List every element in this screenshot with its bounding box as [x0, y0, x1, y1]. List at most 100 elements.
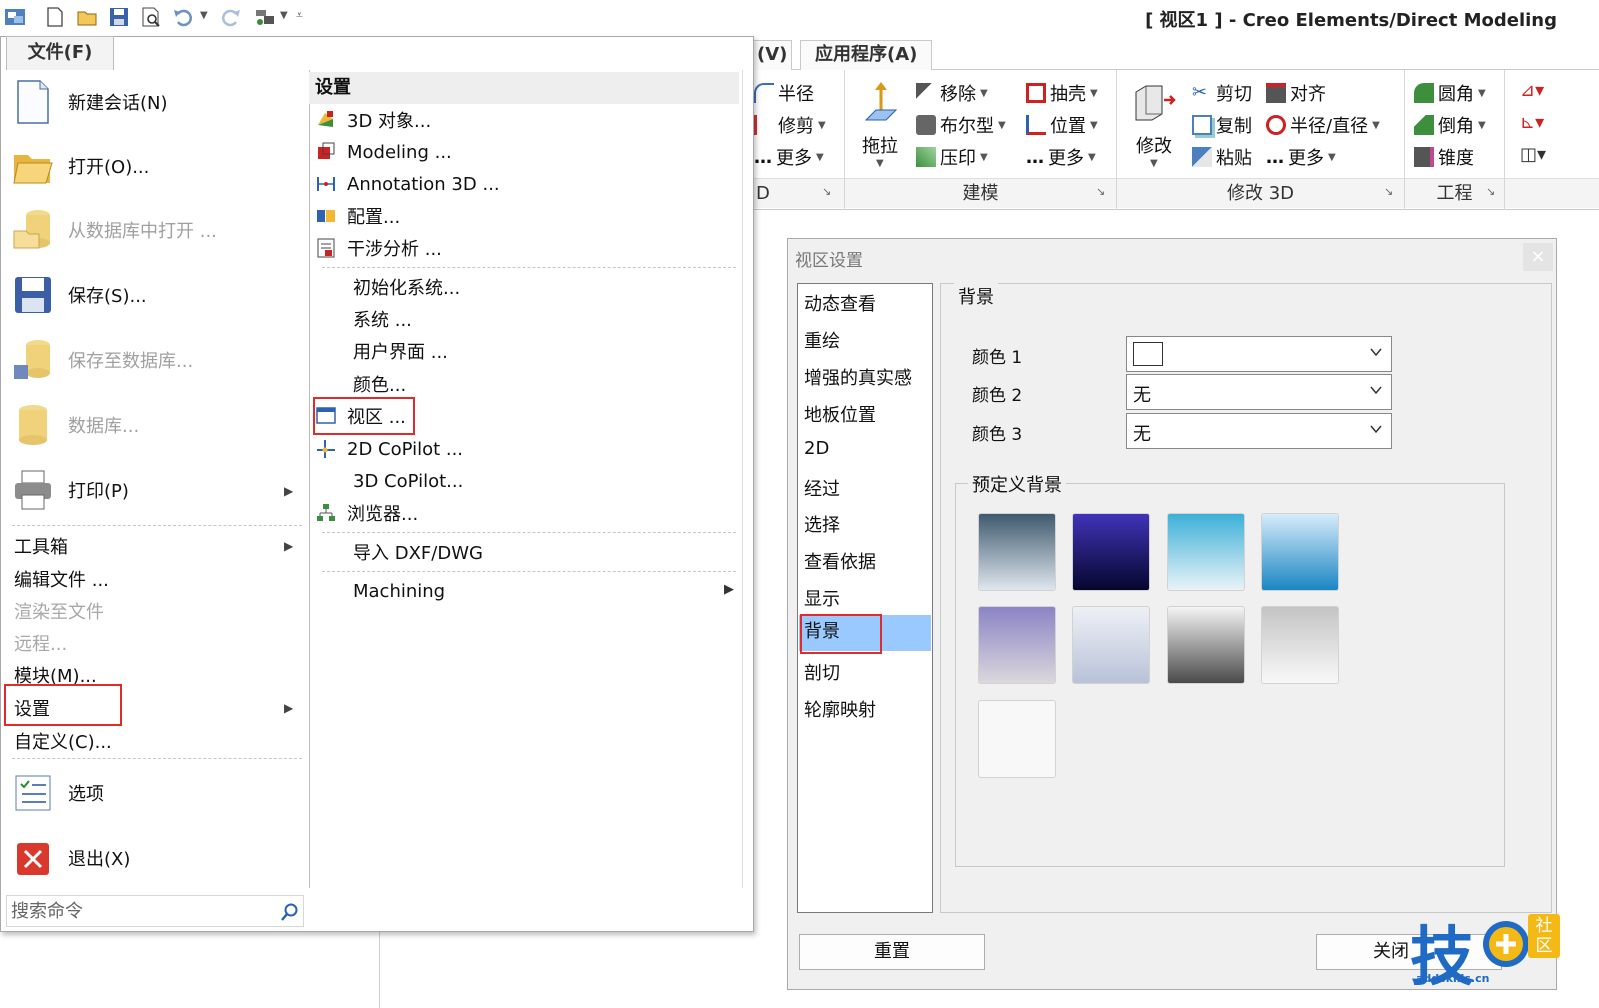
- undo-icon[interactable]: [172, 6, 194, 28]
- list-item-floor-position[interactable]: 地板位置: [804, 401, 876, 427]
- preset-background-2[interactable]: [1072, 513, 1150, 591]
- remote-item[interactable]: 远程...: [14, 630, 67, 656]
- position-button[interactable]: 位置 ▼: [1026, 112, 1098, 138]
- preset-background-4[interactable]: [1261, 513, 1339, 591]
- submenu-modeling[interactable]: Modeling ...: [315, 137, 452, 167]
- paste-button[interactable]: 粘贴: [1192, 144, 1252, 170]
- color-2-select[interactable]: 无: [1126, 374, 1392, 410]
- background-panel: [0, 930, 380, 1008]
- toolbox-item[interactable]: 工具箱: [14, 533, 68, 559]
- open-from-database-item[interactable]: 从数据库中打开 ...: [12, 200, 217, 260]
- modeling-icon: [318, 142, 335, 159]
- preset-background-7[interactable]: [1167, 606, 1245, 684]
- open-item[interactable]: 打开(O)...: [12, 136, 149, 196]
- imprint-button[interactable]: 压印 ▼: [916, 144, 988, 170]
- more-button-2[interactable]: … 更多 ▼: [1026, 144, 1096, 170]
- database-item[interactable]: 数据库...: [12, 395, 139, 455]
- list-item-view-by[interactable]: 查看依据: [804, 548, 876, 574]
- color-1-select[interactable]: [1126, 336, 1392, 372]
- options-item[interactable]: 选项: [12, 763, 104, 823]
- chamfer-button[interactable]: 倒角 ▼: [1414, 112, 1486, 138]
- submenu-init-system[interactable]: 初始化系统...: [353, 272, 460, 302]
- list-item-enhanced-realism[interactable]: 增强的真实感: [804, 364, 912, 390]
- copy-button[interactable]: 复制: [1192, 112, 1252, 138]
- dimension-icon-2[interactable]: ⊾▾: [1520, 112, 1544, 133]
- reset-button[interactable]: 重置: [799, 934, 985, 970]
- list-item-selection[interactable]: 选择: [804, 511, 840, 537]
- list-item-dynamic-view[interactable]: 动态查看: [804, 290, 876, 316]
- save-icon[interactable]: [108, 6, 130, 28]
- exit-item[interactable]: 退出(X): [12, 828, 130, 888]
- filter-icon[interactable]: [254, 6, 276, 28]
- preset-background-3[interactable]: [1167, 513, 1245, 591]
- dimension-icon-3[interactable]: ◫▾: [1520, 144, 1546, 165]
- save-to-database-item[interactable]: 保存至数据库...: [12, 330, 193, 390]
- submenu-3d-objects[interactable]: 3D 对象...: [315, 105, 431, 135]
- tab-view[interactable]: (V): [752, 40, 792, 70]
- draft-button[interactable]: 锥度: [1414, 144, 1474, 170]
- remove-button[interactable]: 移除 ▼: [916, 80, 988, 106]
- app-icon[interactable]: [4, 6, 26, 28]
- submenu-2d-copilot[interactable]: 2D CoPilot ...: [315, 434, 463, 464]
- preset-background-6[interactable]: [1072, 606, 1150, 684]
- submenu-user-interface[interactable]: 用户界面 ...: [353, 336, 448, 366]
- preview-icon[interactable]: [140, 6, 162, 28]
- radius-button[interactable]: 半径: [754, 80, 814, 106]
- search-icon[interactable]: [279, 902, 299, 922]
- submenu-import-dxf-dwg[interactable]: 导入 DXF/DWG: [353, 537, 483, 567]
- file-tab[interactable]: 文件(F): [6, 36, 114, 70]
- edit-file-item[interactable]: 编辑文件 ...: [14, 566, 109, 592]
- submenu-annotation-3d[interactable]: Annotation 3D ...: [315, 169, 500, 199]
- submenu-interference-analysis[interactable]: 干涉分析 ...: [315, 233, 442, 263]
- more-button-3[interactable]: … 更多 ▼: [1266, 144, 1336, 170]
- align-button[interactable]: 对齐: [1266, 80, 1326, 106]
- preset-background-1[interactable]: [978, 513, 1056, 591]
- list-item-2d[interactable]: 2D: [804, 438, 829, 459]
- tab-applications[interactable]: 应用程序(A): [800, 40, 933, 70]
- launcher-icon[interactable]: ↘: [822, 185, 831, 198]
- shell-button[interactable]: 抽壳 ▼: [1026, 80, 1098, 106]
- dialog-close-icon[interactable]: ×: [1523, 243, 1553, 271]
- preset-background-8[interactable]: [1261, 606, 1339, 684]
- boolean-button[interactable]: 布尔型 ▼: [916, 112, 1006, 138]
- undo-dropdown-icon[interactable]: ▼: [200, 10, 208, 21]
- submenu-colors[interactable]: 颜色...: [353, 369, 406, 399]
- watermark-url: addskills.cn: [1416, 972, 1490, 985]
- color-3-select[interactable]: 无: [1126, 413, 1392, 449]
- list-item-silhouette-mapping[interactable]: 轮廓映射: [804, 696, 876, 722]
- submenu-system[interactable]: 系统 ...: [353, 304, 412, 334]
- submenu-browser[interactable]: 浏览器...: [315, 498, 418, 528]
- fillet-button[interactable]: 圆角 ▼: [1414, 80, 1486, 106]
- pull-button[interactable]: 拖拉: [862, 132, 898, 158]
- new-icon[interactable]: [44, 6, 66, 28]
- customize-qat-icon[interactable]: ⩡: [296, 8, 303, 23]
- filter-dropdown-icon[interactable]: ▼: [280, 10, 288, 21]
- customize-item[interactable]: 自定义(C)...: [14, 728, 112, 754]
- launcher-icon[interactable]: ↘: [1486, 185, 1495, 198]
- command-search-box: [6, 895, 304, 927]
- radius-diameter-button[interactable]: 半径/直径 ▼: [1266, 112, 1380, 138]
- more-button-1[interactable]: … 更多 ▼: [754, 144, 824, 170]
- list-item-section[interactable]: 剖切: [804, 659, 840, 685]
- launcher-icon[interactable]: ↘: [1384, 185, 1393, 198]
- open-icon[interactable]: [76, 6, 98, 28]
- preset-background-9[interactable]: [978, 700, 1056, 778]
- modify-button[interactable]: 修改: [1136, 132, 1172, 158]
- save-item[interactable]: 保存(S)...: [12, 265, 147, 325]
- launcher-icon[interactable]: ↘: [1096, 185, 1105, 198]
- preset-background-5[interactable]: [978, 606, 1056, 684]
- new-session-item[interactable]: 新建会话(N): [12, 72, 168, 132]
- list-item-pass[interactable]: 经过: [804, 475, 840, 501]
- cut-button[interactable]: ✂ 剪切: [1192, 80, 1252, 106]
- command-search-input[interactable]: [11, 898, 271, 924]
- list-item-redraw[interactable]: 重绘: [804, 327, 840, 353]
- submenu-3d-copilot[interactable]: 3D CoPilot...: [353, 466, 463, 496]
- print-item[interactable]: 打印(P): [12, 460, 129, 520]
- dimension-icon-1[interactable]: ⊿▾: [1520, 80, 1544, 101]
- submenu-configuration[interactable]: 配置...: [315, 201, 400, 231]
- redo-icon[interactable]: [220, 6, 242, 28]
- submenu-machining[interactable]: Machining: [353, 576, 445, 606]
- render-to-file-item[interactable]: 渲染至文件: [14, 598, 104, 624]
- list-item-display[interactable]: 显示: [804, 585, 840, 611]
- trim-button[interactable]: 修剪 ▼: [754, 112, 826, 138]
